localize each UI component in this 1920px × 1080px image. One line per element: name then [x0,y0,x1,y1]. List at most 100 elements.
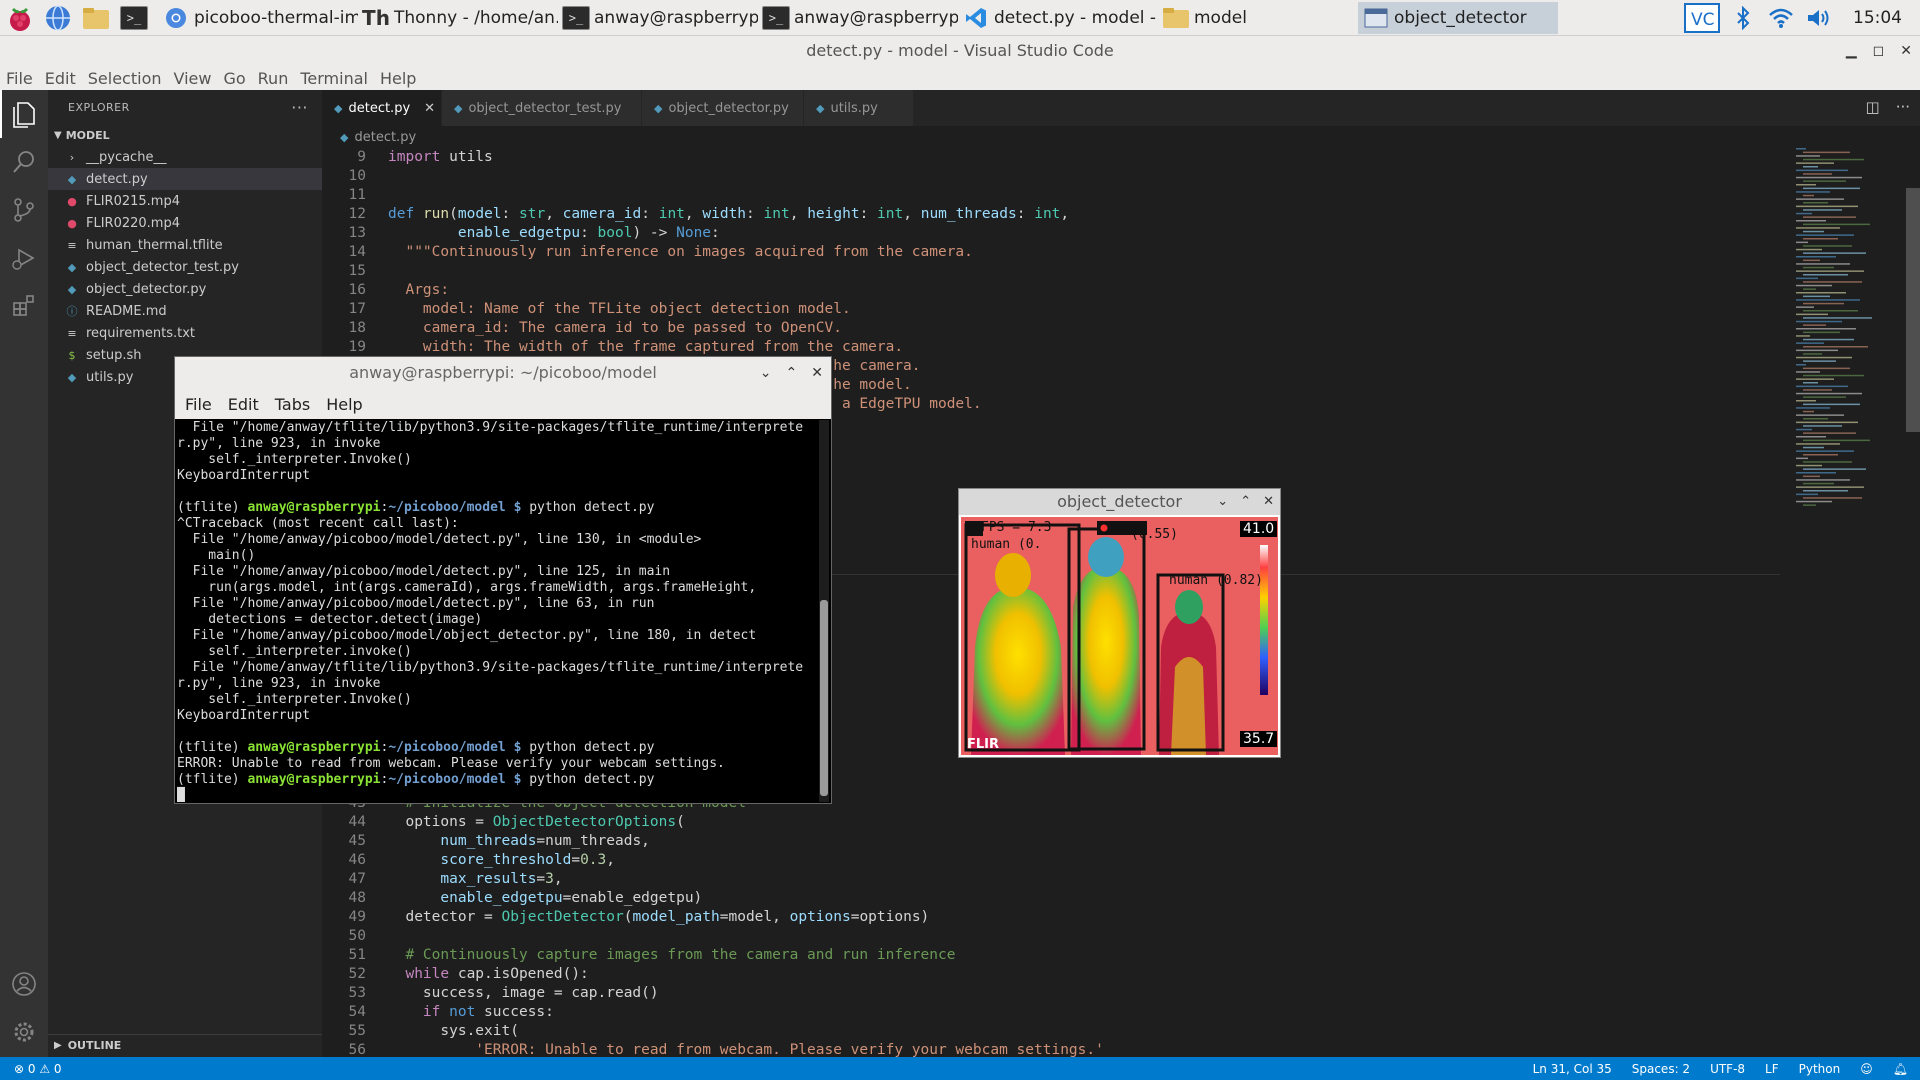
file-item[interactable]: ● FLIR0215.mp4 [48,190,322,212]
encoding[interactable]: UTF-8 [1710,1062,1745,1076]
wifi-icon[interactable] [1763,2,1799,34]
task-thonny[interactable]: Th Thonny - /home/an... [358,2,558,34]
end-of-line[interactable]: LF [1765,1062,1779,1076]
code-token: success, image = cap.read() [388,985,659,1001]
explorer-icon[interactable] [0,90,48,138]
indentation[interactable]: Spaces: 2 [1632,1062,1690,1076]
task-object-detector[interactable]: object_detector [1358,1,1558,34]
tab-object-detector-test-py[interactable]: ◆ object_detector_test.py [442,90,642,126]
file-item[interactable]: ⓘ README.md [48,300,322,322]
line-number: 46 [348,852,366,868]
code-token: cap.isOpened(): [449,966,589,982]
browser-icon[interactable] [40,2,76,34]
terminal-launcher-icon[interactable]: >_ [116,2,152,34]
more-actions-icon[interactable]: ··· [1896,98,1910,116]
terminal-menu-edit[interactable]: Edit [228,395,259,414]
chevron-up-icon[interactable]: ⌃ [1240,489,1251,515]
minimap-line [1796,241,1808,244]
object-detector-title-bar[interactable]: object_detector ⌄ ⌃ ✕ [959,489,1280,515]
chevron-down-icon[interactable]: ⌄ [760,357,772,389]
feedback-icon[interactable]: ☺ [1860,1062,1873,1076]
task-model-folder[interactable]: model [1158,2,1358,34]
terminal-icon: >_ [762,5,790,30]
code-line: 54 if not success: [322,1003,1782,1022]
task-terminal-1[interactable]: >_ anway@raspberrypi: ... [558,2,758,34]
file-item[interactable]: ● FLIR0220.mp4 [48,212,322,234]
menu-edit[interactable]: Edit [45,69,76,88]
account-icon[interactable] [0,960,48,1008]
file-label: object_detector_test.py [86,259,239,275]
notifications-bell-icon[interactable]: 🔔︎ [1893,1062,1908,1076]
search-icon[interactable] [0,138,48,186]
terminal-line: File "/home/anway/picoboo/model/object_d… [177,628,815,644]
file-manager-icon[interactable] [78,2,114,34]
thonny-icon: Th [362,5,390,30]
problems-indicator[interactable]: ⊗ 0 ⚠ 0 [0,1062,62,1076]
scroll-thumb[interactable] [820,600,828,796]
editor-scrollbar[interactable] [1906,188,1920,432]
folder-model[interactable]: ▼ MODEL [48,124,322,146]
temperature-max: 41.0 [1240,521,1278,537]
settings-gear-icon[interactable] [0,1008,48,1056]
source-control-icon[interactable] [0,186,48,234]
chevron-down-icon[interactable]: ⌄ [1217,489,1228,515]
minimap-line [1803,259,1820,262]
bluetooth-icon[interactable] [1725,2,1761,34]
file-item[interactable]: ≡ human_thermal.tflite [48,234,322,256]
menu-go[interactable]: Go [223,69,245,88]
clock[interactable]: 15:04 [1837,8,1920,28]
menu-run[interactable]: Run [258,69,289,88]
tab-utils-py[interactable]: ◆ utils.py [804,90,914,126]
minimap-line [1796,400,1816,402]
tab-object-detector-py[interactable]: ◆ object_detector.py [642,90,804,126]
terminal-title-bar[interactable]: anway@raspberrypi: ~/picoboo/model ⌄ ⌃ ✕ [175,357,831,389]
code-token: , [1060,206,1070,222]
line-number: 45 [348,833,366,849]
menu-terminal[interactable]: Terminal [300,69,368,88]
run-debug-icon[interactable] [0,234,48,282]
file-item[interactable]: ◆ object_detector_test.py [48,256,322,278]
task-terminal-2[interactable]: >_ anway@raspberrypi: ... [758,2,958,34]
file-label: FLIR0220.mp4 [86,215,180,231]
terminal-menu-help[interactable]: Help [326,395,362,414]
file-item[interactable]: ≡ requirements.txt [48,322,322,344]
terminal-scrollbar[interactable] [819,420,829,802]
line-number: 16 [348,282,366,298]
cursor-position[interactable]: Ln 31, Col 35 [1533,1062,1612,1076]
menu-view[interactable]: View [174,69,212,88]
volume-icon[interactable] [1801,2,1837,34]
maximize-icon[interactable]: ◻ [1873,36,1885,66]
terminal-menu-tabs[interactable]: Tabs [275,395,310,414]
terminal-output[interactable]: File "/home/anway/tflite/lib/python3.9/s… [177,420,815,802]
raspberry-menu-icon[interactable] [2,2,38,34]
breadcrumb[interactable]: ◆ detect.py [322,126,1920,148]
task-vscode[interactable]: detect.py - model - Vi... [958,2,1158,34]
terminal-menu-file[interactable]: File [185,395,212,414]
extensions-icon[interactable] [0,282,48,330]
menu-file[interactable]: File [6,69,33,88]
file-item[interactable]: ◆ object_detector.py [48,278,322,300]
more-actions-icon[interactable]: ··· [291,98,308,117]
menu-help[interactable]: Help [380,69,416,88]
close-icon[interactable]: ✕ [811,357,823,389]
file-item[interactable]: ◆ detect.py [48,168,322,190]
terminal-text: anway@raspberrypi [247,740,381,755]
tab-detect-py[interactable]: ◆ detect.py ✕ [322,90,442,126]
code-line: 12 def run(model: str, camera_id: int, wi… [322,205,1782,224]
task-chromium[interactable]: picoboo-thermal-ima... [158,2,358,34]
close-tab-icon[interactable]: ✕ [424,101,435,116]
split-editor-icon[interactable]: ◫ [1866,98,1880,116]
menu-selection[interactable]: Selection [88,69,162,88]
object-detector-window: object_detector ⌄ ⌃ ✕ FPS = 7.3 human (0… [958,488,1281,758]
code-token: ObjectDetector [501,909,624,925]
close-icon[interactable]: ✕ [1900,36,1912,66]
language-mode[interactable]: Python [1799,1062,1841,1076]
vnc-icon[interactable]: VC [1681,2,1723,34]
file-item[interactable]: › __pycache__ [48,146,322,168]
chevron-up-icon[interactable]: ⌃ [786,357,798,389]
outline-section[interactable]: ▶ OUTLINE [48,1034,322,1056]
minimize-icon[interactable]: ▁ [1846,36,1857,66]
minimap[interactable] [1792,148,1902,1057]
close-icon[interactable]: ✕ [1263,489,1274,515]
minimap-line [1803,504,1816,506]
